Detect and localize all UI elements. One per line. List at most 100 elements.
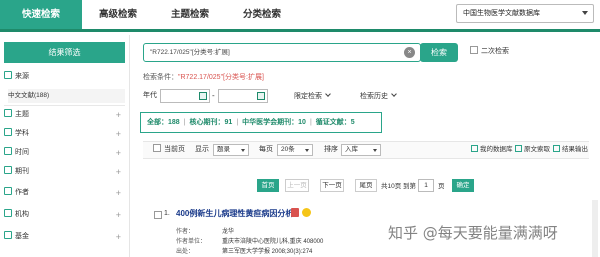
chevron-down-icon [391, 91, 397, 97]
chevron-down-icon [305, 149, 309, 152]
sort-select-value: 入库 [345, 146, 358, 153]
limit-search-dropdown[interactable]: 限定检索 [294, 91, 331, 101]
result-number: 1. [164, 210, 170, 217]
result-title-link[interactable]: 400例新生儿病理性黄疸病因分析 [176, 208, 293, 219]
citation-icon[interactable] [302, 208, 311, 217]
display-select[interactable]: 题录 [213, 144, 249, 156]
clear-icon[interactable]: × [404, 47, 415, 58]
page-number-input[interactable]: 1 [418, 179, 434, 192]
stat-cma-journals[interactable]: 中华医学会期刊：10 [242, 119, 306, 126]
per-page-select[interactable]: 20条 [277, 144, 313, 156]
plus-icon[interactable]: + [116, 126, 121, 142]
sidebar-item-label: 期刊 [15, 168, 29, 175]
year-label: 年代 [143, 92, 157, 99]
scrollbar[interactable] [592, 200, 598, 257]
sidebar-item-label: 学科 [15, 130, 29, 137]
year-to-input[interactable] [218, 89, 268, 103]
sidebar-item-label: 基金 [15, 233, 29, 240]
limit-search-label: 限定检索 [294, 93, 322, 100]
stat-evidence[interactable]: 循证文献：5 [316, 119, 355, 126]
chevron-down-icon [373, 149, 377, 152]
plus-icon[interactable]: + [116, 164, 121, 180]
my-database-label: 我的数据库 [480, 146, 513, 153]
pdf-icon[interactable] [291, 208, 299, 217]
sidebar-item-institution[interactable]: 机构 + [4, 207, 125, 223]
divider [4, 105, 125, 106]
source-label: 出处： [176, 249, 195, 255]
plus-icon[interactable]: + [116, 107, 121, 123]
document-icon [515, 145, 522, 152]
chevron-down-icon [241, 149, 245, 152]
separator: | [309, 119, 312, 126]
result-checkbox[interactable] [154, 211, 162, 219]
sidebar-item-label: 机构 [15, 211, 29, 218]
plus-icon[interactable]: + [116, 145, 121, 161]
tab-advanced-search[interactable]: 高级检索 [82, 0, 154, 29]
sidebar-item-subject[interactable]: 主题 + [4, 107, 125, 123]
tab-quick-search[interactable]: 快速检索 [0, 0, 82, 29]
display-label: 显示 [195, 146, 209, 153]
export-results-link[interactable]: 结果输出 [553, 142, 588, 158]
chevron-down-icon [582, 11, 588, 15]
sort-select[interactable]: 入库 [341, 144, 381, 156]
search-history-dropdown[interactable]: 检索历史 [360, 91, 397, 101]
export-results-label: 结果输出 [562, 146, 588, 153]
range-separator: - [212, 91, 215, 100]
per-page-label: 每页 [259, 146, 273, 153]
total-pages-text: 共10页 到第 [381, 183, 417, 190]
fulltext-request-link[interactable]: 原文索取 [515, 142, 550, 158]
stat-all[interactable]: 全部：188 [147, 119, 180, 126]
plus-icon[interactable]: + [116, 207, 121, 223]
checkbox[interactable] [470, 46, 478, 54]
stat-core-journals[interactable]: 核心期刊：91 [190, 119, 233, 126]
last-page-button[interactable]: 尾页 [355, 179, 377, 192]
conditions-value: "R722.17/025"[分类号:扩展] [178, 74, 264, 81]
database-select-value: 中国生物医学文献数据库 [463, 10, 540, 17]
search-conditions: 检索条件："R722.17/025"[分类号:扩展] [143, 72, 264, 82]
page-unit-text: 页 [438, 183, 445, 190]
current-page-toggle[interactable]: 当前页 [153, 142, 185, 158]
journal-icon [4, 166, 12, 174]
sidebar-item-discipline[interactable]: 学科 + [4, 126, 125, 142]
calendar-icon[interactable] [199, 92, 207, 100]
source-value[interactable]: 第三军医大学学报 2008;30(3):274 [222, 246, 312, 255]
sidebar-item-journal[interactable]: 期刊 + [4, 164, 125, 180]
first-page-button[interactable]: 首页 [257, 179, 279, 192]
plus-icon[interactable]: + [116, 185, 121, 201]
secondary-search-toggle[interactable]: 二次检索 [470, 46, 509, 56]
sidebar-item-fund[interactable]: 基金 + [4, 229, 125, 245]
sidebar-item-author[interactable]: 作者 + [4, 185, 125, 201]
current-page-label: 当前页 [164, 146, 185, 153]
sidebar-item-label: 时间 [15, 149, 29, 156]
discipline-icon [4, 128, 12, 136]
unit-value: 重庆市涪陵中心医院儿科,重庆 408000 [222, 239, 324, 245]
year-from-input[interactable] [160, 89, 210, 103]
filter-sidebar: 结果筛选 来源 中文文献(188) 主题 + 学科 + 时间 + 期刊 + 作者 + 机构… [0, 35, 130, 257]
calendar-icon[interactable] [257, 92, 265, 100]
top-nav: 快速检索 高级检索 主题检索 分类检索 中国生物医学文献数据库 [0, 0, 600, 32]
author-icon [4, 187, 12, 195]
author-value[interactable]: 龙华 [222, 226, 234, 235]
results-toolbar: 当前页 显示 题录 每页 20条 排序 入库 我的数据库 原文索取 结果输出 [143, 141, 589, 159]
result-stats: 全部：188 | 核心期刊：91 | 中华医学会期刊：10 | 循证文献：5 [140, 112, 382, 133]
checkbox[interactable] [153, 144, 161, 152]
sidebar-item-source[interactable]: 来源 [4, 69, 125, 85]
unit-label: 作者单位： [176, 239, 207, 245]
search-button[interactable]: 检索 [420, 43, 458, 62]
sidebar-sub-item[interactable]: 中文文献(188) [8, 89, 125, 103]
sidebar-item-time[interactable]: 时间 + [4, 145, 125, 161]
subject-icon [4, 109, 12, 117]
tab-classification-search[interactable]: 分类检索 [226, 0, 298, 29]
result-source-row: 出处： 第三军医大学学报 2008;30(3):274 [176, 246, 312, 255]
conditions-label: 检索条件： [143, 74, 178, 81]
search-input[interactable]: "R722.17/025"[分类号:扩展] × [143, 43, 421, 62]
database-select[interactable]: 中国生物医学文献数据库 [456, 4, 594, 23]
tab-subject-search[interactable]: 主题检索 [154, 0, 226, 29]
go-page-button[interactable]: 确定 [452, 179, 474, 192]
prev-page-button[interactable]: 上一页 [285, 179, 309, 192]
next-page-button[interactable]: 下一页 [320, 179, 344, 192]
my-database-link[interactable]: 我的数据库 [471, 142, 513, 158]
separator: | [236, 119, 239, 126]
export-icon [553, 145, 560, 152]
plus-icon[interactable]: + [116, 229, 121, 245]
